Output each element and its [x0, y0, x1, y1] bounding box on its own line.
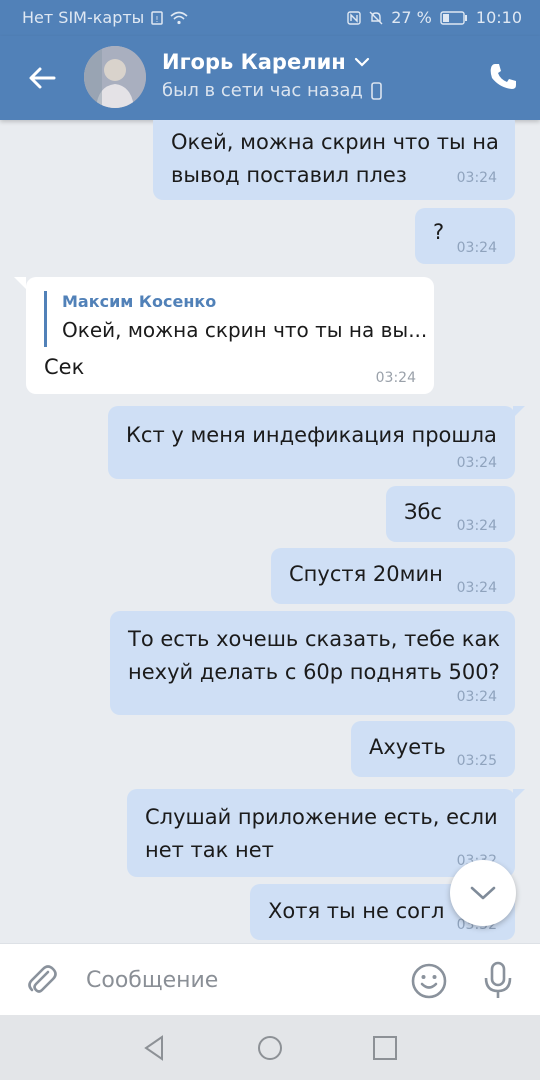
- contact-status-label: был в сети час назад: [162, 80, 363, 101]
- battery-percent: 27 %: [391, 8, 432, 27]
- message-time: 03:24: [456, 240, 497, 256]
- nfc-icon: [347, 10, 361, 25]
- smile-icon[interactable]: [410, 962, 448, 1000]
- clock: 10:10: [475, 8, 522, 27]
- sim-icon: !: [151, 10, 164, 25]
- avatar-image: [84, 46, 146, 108]
- bubble-tail: [513, 406, 525, 418]
- message-outgoing[interactable]: То есть хочешь сказать, тебе как нехуй д…: [110, 611, 515, 715]
- message-time: 03:24: [456, 580, 497, 596]
- message-outgoing[interactable]: Спустя 20мин 03:24: [271, 548, 515, 604]
- scroll-down-button[interactable]: [450, 860, 516, 926]
- message-list[interactable]: Окей, можна скрин что ты на вывод постав…: [0, 120, 540, 943]
- message-outgoing[interactable]: Збс 03:24: [386, 486, 515, 542]
- nav-home-icon[interactable]: [255, 1033, 285, 1063]
- message-outgoing[interactable]: ? 03:24: [415, 208, 515, 264]
- message-text: Слушай приложение есть, если нет так нет: [145, 805, 498, 862]
- svg-text:!: !: [156, 15, 159, 24]
- message-incoming[interactable]: Максим Косенко Окей, можна скрин что ты …: [14, 277, 434, 394]
- message-text: Збс: [404, 500, 442, 524]
- message-time: 03:24: [456, 455, 497, 471]
- contact-name-label: Игорь Карелин: [162, 50, 346, 74]
- message-time: 03:24: [456, 170, 497, 186]
- message-outgoing[interactable]: Кст у меня индефикация прошла 03:24: [108, 406, 525, 479]
- reply-quote[interactable]: Максим Косенко Окей, можна скрин что ты …: [44, 291, 427, 347]
- reply-text: Окей, можна скрин что ты на вы...: [62, 318, 428, 342]
- phone-icon[interactable]: [486, 60, 520, 94]
- message-time: 03:24: [456, 689, 497, 705]
- battery-icon: [440, 10, 467, 25]
- message-text: ?: [433, 220, 445, 244]
- nav-recents-icon[interactable]: [370, 1033, 400, 1063]
- message-text: То есть хочешь сказать, тебе как нехуй д…: [128, 627, 501, 684]
- mute-icon: [369, 11, 383, 24]
- system-navigation-bar: [0, 1015, 540, 1080]
- contact-name[interactable]: Игорь Карелин: [162, 50, 370, 74]
- message-text: Сек: [44, 355, 85, 379]
- bubble-tail: [513, 789, 525, 801]
- wifi-icon: [170, 11, 188, 24]
- message-text: Кст у меня индефикация прошла: [126, 423, 497, 447]
- message-time: 03:25: [456, 753, 497, 769]
- status-bar: Нет SIM-карты ! 27 % 10:10: [0, 0, 540, 36]
- chevron-down-icon: [354, 57, 369, 67]
- message-time: 03:24: [375, 370, 416, 386]
- message-outgoing[interactable]: Окей, можна скрин что ты на вывод постав…: [153, 120, 515, 200]
- message-text: Ахуеть: [369, 735, 446, 759]
- chevron-down-icon: [470, 886, 496, 900]
- message-outgoing[interactable]: Ахуеть 03:25: [351, 721, 515, 777]
- arrow-left-icon[interactable]: [20, 56, 64, 100]
- mobile-icon: [371, 81, 382, 100]
- message-text: Окей, можна скрин что ты на вывод постав…: [171, 130, 499, 187]
- message-text: Спустя 20мин: [289, 562, 443, 586]
- carrier-label: Нет SIM-карты: [22, 8, 145, 27]
- avatar[interactable]: [84, 46, 146, 108]
- message-input[interactable]: [86, 962, 386, 998]
- message-composer: [0, 943, 540, 1015]
- message-text: Хотя ты не согл: [268, 899, 445, 923]
- bubble-tail: [14, 277, 26, 289]
- nav-back-icon[interactable]: [140, 1033, 170, 1063]
- message-outgoing[interactable]: Слушай приложение есть, если нет так нет…: [127, 789, 525, 877]
- reply-author: Максим Косенко: [62, 292, 217, 311]
- message-time: 03:24: [456, 518, 497, 534]
- contact-status: был в сети час назад: [162, 80, 382, 101]
- microphone-icon[interactable]: [480, 960, 516, 1000]
- chat-header: Игорь Карелин был в сети час назад: [0, 36, 540, 120]
- paperclip-icon[interactable]: [24, 962, 60, 998]
